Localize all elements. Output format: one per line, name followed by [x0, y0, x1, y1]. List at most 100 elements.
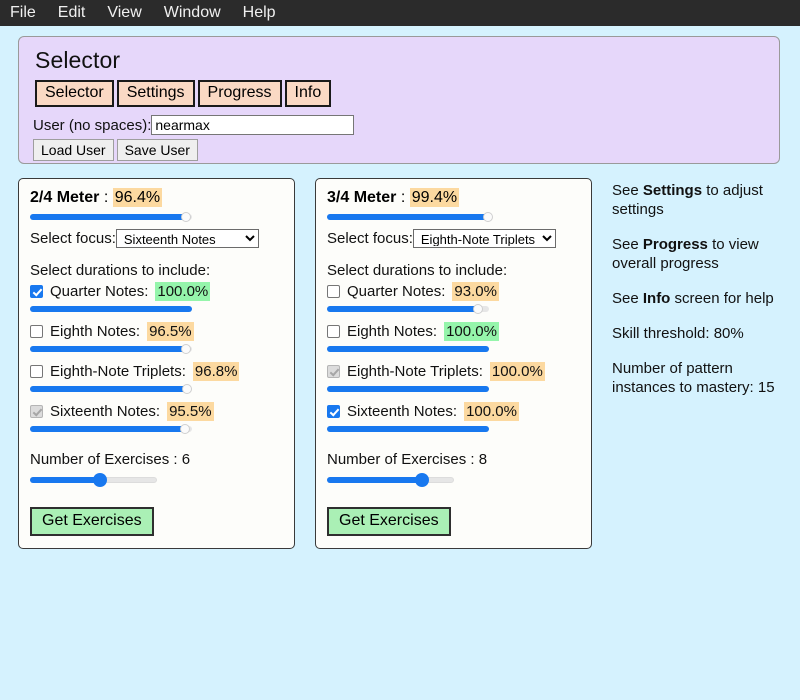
duration-label: Eighth-Note Triplets:: [347, 363, 483, 380]
get-exercises-button[interactable]: Get Exercises: [327, 507, 451, 536]
meter-progress-bar: [327, 211, 494, 223]
duration-checkbox[interactable]: [30, 285, 43, 298]
slider-fill: [30, 477, 100, 483]
load-user-button[interactable]: Load User: [33, 139, 114, 161]
save-user-button[interactable]: Save User: [116, 139, 198, 161]
meter-header: 2/4 Meter : 96.4%: [30, 188, 283, 207]
meter-knob: [472, 304, 483, 314]
exercises-slider[interactable]: [30, 471, 157, 489]
duration-row: Eighth-Note Triplets: 96.8%: [30, 362, 283, 381]
duration-checkbox[interactable]: [327, 325, 340, 338]
meter-knob: [179, 424, 190, 434]
meter-percent: 99.4%: [409, 188, 460, 207]
duration-label: Eighth Notes:: [347, 323, 438, 340]
slider-fill: [327, 477, 423, 483]
menu-item-help[interactable]: Help: [243, 0, 276, 26]
duration-label: Sixteenth Notes:: [347, 403, 458, 420]
tab-selector[interactable]: Selector: [35, 80, 114, 107]
meter-fill: [327, 214, 489, 220]
duration-percent: 100.0%: [489, 362, 545, 381]
slider-thumb[interactable]: [415, 473, 430, 487]
help-emphasis: Info: [642, 290, 671, 307]
duration-percent: 100.0%: [444, 322, 499, 341]
meter-knob: [483, 212, 494, 222]
help-prefix: See: [612, 290, 643, 307]
menu-item-file[interactable]: File: [10, 0, 36, 26]
meter-knob: [181, 384, 192, 394]
help-line: See Settings to adjust settings: [612, 181, 800, 219]
focus-label: Select focus:: [30, 230, 116, 247]
meter-fill: [327, 386, 489, 392]
duration-row: Eighth Notes: 96.5%: [30, 322, 283, 341]
get-exercises-button[interactable]: Get Exercises: [30, 507, 154, 536]
duration-label: Eighth-Note Triplets:: [50, 363, 186, 380]
meter-fill: [30, 306, 192, 312]
help-line: Skill threshold: 80%: [612, 325, 744, 342]
user-row: User (no spaces):: [33, 115, 767, 135]
focus-select[interactable]: Quarter NotesEighth NotesEighth-Note Tri…: [115, 229, 259, 248]
duration-row: Quarter Notes: 100.0%: [30, 282, 283, 301]
meter-fill: [30, 214, 187, 220]
meter-knob: [181, 212, 192, 222]
help-column: See Settings to adjust settings See Progr…: [612, 178, 800, 413]
duration-label: Sixteenth Notes:: [50, 403, 161, 420]
duration-label: Quarter Notes:: [347, 283, 446, 300]
user-input[interactable]: [151, 115, 355, 135]
duration-progress-bar: [327, 423, 489, 435]
meter-fill: [30, 426, 185, 432]
focus-row: Select focus:Quarter NotesEighth NotesEi…: [30, 229, 283, 248]
meter-fill: [30, 346, 187, 352]
duration-checkbox[interactable]: [327, 405, 340, 418]
meter-card: 3/4 Meter : 99.4%Select focus:Quarter No…: [315, 178, 592, 549]
main-content: 2/4 Meter : 96.4%Select focus:Quarter No…: [18, 178, 800, 549]
tab-progress[interactable]: Progress: [197, 80, 282, 107]
duration-checkbox: [30, 405, 43, 418]
help-prefix: See: [612, 182, 643, 199]
meter-progress-bar: [30, 211, 192, 223]
duration-checkbox[interactable]: [327, 285, 340, 298]
duration-progress-bar: [30, 343, 192, 355]
meter-fill: [327, 426, 489, 432]
exercises-label: Number of Exercises : 8: [327, 451, 488, 468]
help-line: See Info screen for help: [612, 289, 800, 308]
duration-percent: 96.5%: [147, 322, 194, 341]
menu-item-edit[interactable]: Edit: [58, 0, 86, 26]
duration-checkbox[interactable]: [30, 325, 43, 338]
duration-progress-bar: [30, 383, 192, 395]
page-title: Selector: [35, 47, 121, 73]
user-button-row: Load User Save User: [33, 139, 767, 161]
help-line: See Progress to view overall progress: [612, 235, 800, 273]
duration-progress-bar: [327, 343, 489, 355]
user-label: User (no spaces):: [33, 116, 152, 134]
duration-row: Sixteenth Notes: 100.0%: [327, 402, 580, 421]
duration-checkbox[interactable]: [30, 365, 43, 378]
tab-info[interactable]: Info: [284, 80, 332, 107]
meter-name: 2/4 Meter: [30, 189, 100, 206]
tab-bar: Selector Settings Progress Info: [35, 80, 767, 107]
duration-row: Sixteenth Notes: 95.5%: [30, 402, 283, 421]
meter-separator: :: [103, 189, 109, 206]
slider-thumb[interactable]: [92, 473, 107, 487]
menu-item-window[interactable]: Window: [164, 0, 221, 26]
duration-progress-bar: [327, 303, 489, 315]
meter-cards: 2/4 Meter : 96.4%Select focus:Quarter No…: [18, 178, 592, 549]
tab-settings[interactable]: Settings: [116, 80, 195, 107]
duration-percent: 100.0%: [155, 282, 211, 301]
exercises-label: Number of Exercises : 6: [30, 451, 191, 468]
duration-percent: 100.0%: [464, 402, 519, 421]
focus-select[interactable]: Quarter NotesEighth NotesEighth-Note Tri…: [412, 229, 556, 248]
focus-label: Select focus:: [327, 230, 413, 247]
duration-checkbox: [327, 365, 340, 378]
duration-row: Quarter Notes: 93.0%: [327, 282, 580, 301]
duration-progress-bar: [30, 303, 192, 315]
duration-progress-bar: [30, 423, 192, 435]
meter-separator: :: [400, 189, 406, 206]
menu-item-view[interactable]: View: [107, 0, 141, 26]
duration-progress-bar: [327, 383, 489, 395]
duration-label: Quarter Notes:: [50, 283, 149, 300]
meter-fill: [327, 306, 478, 312]
duration-percent: 96.8%: [192, 362, 240, 381]
help-prefix: See: [612, 236, 643, 253]
exercises-slider[interactable]: [327, 471, 454, 489]
duration-row: Eighth Notes: 100.0%: [327, 322, 580, 341]
